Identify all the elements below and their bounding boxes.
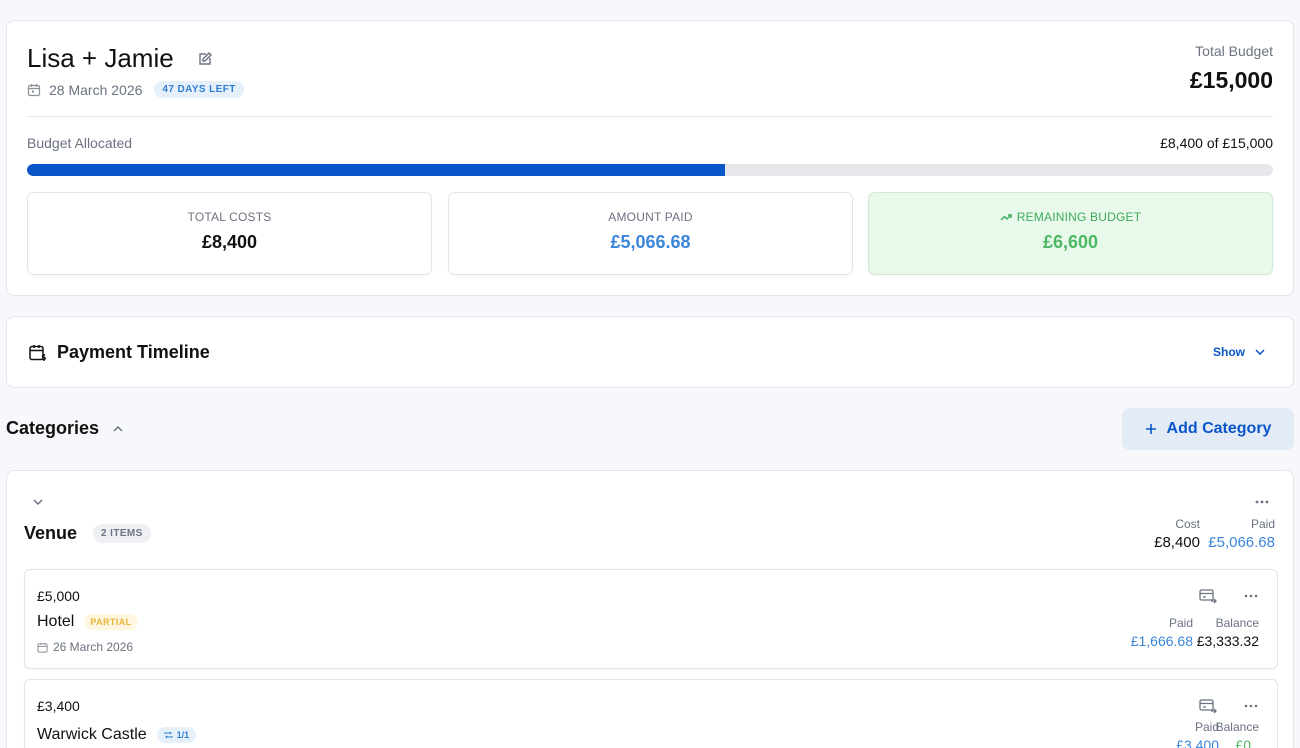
budget-allocated-label: Budget Allocated (27, 135, 133, 151)
edit-icon[interactable] (197, 51, 213, 67)
categories-header: Categories (6, 418, 123, 439)
more-options-icon[interactable] (1243, 698, 1259, 714)
item-paid-value: £1,666.68 (1130, 633, 1193, 649)
items-count-badge: 2 ITEMS (93, 524, 151, 543)
remaining-budget-value: £6,600 (1042, 232, 1099, 252)
divider (27, 116, 1273, 117)
total-budget-value: £15,000 (1189, 67, 1273, 93)
item-date-row: 26 March 2026 (37, 640, 133, 654)
calendar-icon (37, 642, 48, 653)
amount-paid-label: AMOUNT PAID (608, 210, 693, 224)
amount-paid-card: AMOUNT PAID £5,066.68 (448, 192, 853, 275)
status-badge: PARTIAL (84, 614, 138, 630)
item-name-row: Warwick Castle 1/1 (37, 726, 197, 744)
plus-icon (1145, 424, 1156, 434)
item-price: £3,400 (37, 698, 80, 714)
days-left-badge: 47 DAYS LEFT (154, 81, 244, 98)
item-balance-label: Balance (1215, 720, 1259, 734)
item-name: Hotel (37, 613, 75, 630)
category-paid-value: £5,066.68 (1208, 534, 1275, 551)
venue-category-card: Venue 2 ITEMS Cost Paid £8,400 £5,066.68… (6, 470, 1294, 748)
repeat-icon (164, 731, 173, 739)
show-timeline-label: Show (1213, 345, 1245, 359)
item-name-row: Hotel PARTIAL (37, 613, 138, 631)
chevron-down-icon[interactable] (31, 495, 45, 509)
categories-title: Categories (6, 418, 100, 438)
item-balance-label: Balance (1215, 616, 1259, 630)
payment-timeline-card[interactable]: Payment Timeline Show (6, 316, 1294, 388)
total-budget-label: Total Budget (1195, 43, 1273, 59)
total-costs-label: TOTAL COSTS (187, 210, 272, 224)
total-costs-card: TOTAL COSTS £8,400 (27, 192, 432, 275)
chevron-down-icon (1255, 349, 1265, 355)
category-paid-label: Paid (1250, 517, 1275, 531)
budget-progress-fill (27, 164, 725, 176)
category-title: Venue (24, 523, 78, 543)
remaining-budget-label: REMAINING BUDGET (1016, 210, 1142, 224)
record-payment-icon[interactable] (1199, 588, 1217, 604)
budget-item-hotel[interactable]: £5,000 Hotel PARTIAL 26 March 2026 Paid … (24, 569, 1278, 669)
more-options-icon[interactable] (1253, 493, 1271, 511)
item-balance-value: £3,333.32 (1196, 633, 1259, 649)
more-options-icon[interactable] (1243, 588, 1259, 604)
wedding-date: 28 March 2026 (49, 81, 143, 98)
couple-name: Lisa + Jamie (27, 43, 174, 73)
total-costs-value: £8,400 (201, 232, 258, 252)
budget-item-warwick-castle[interactable]: £3,400 Warwick Castle 1/1 Paid Balance £… (24, 679, 1278, 748)
venue-title-row: Venue 2 ITEMS (24, 523, 151, 544)
budget-allocated-value: £8,400 of £15,000 (1160, 135, 1273, 151)
installments-badge: 1/1 (156, 727, 197, 743)
item-paid-label: Paid (1168, 616, 1193, 630)
budget-summary-card: Lisa + Jamie 28 March 2026 47 DAYS LEFT … (6, 20, 1294, 296)
item-paid-value: £3,400 (1176, 737, 1219, 748)
trending-up-icon (1000, 214, 1012, 221)
add-category-label: Add Category (1166, 420, 1272, 437)
remaining-budget-card: REMAINING BUDGET £6,600 (868, 192, 1273, 275)
payment-timeline-title: Payment Timeline (57, 342, 210, 362)
add-category-button[interactable]: Add Category (1122, 408, 1294, 450)
item-balance-value: £0 (1235, 737, 1251, 748)
show-timeline-toggle[interactable]: Show (1213, 345, 1265, 359)
item-due-date: 26 March 2026 (53, 640, 134, 654)
item-price: £5,000 (37, 588, 80, 604)
category-cost-label: Cost (1175, 517, 1200, 531)
amount-paid-value: £5,066.68 (610, 232, 691, 252)
wedding-date-row: 28 March 2026 47 DAYS LEFT (27, 81, 244, 98)
calendar-money-icon (29, 345, 46, 361)
budget-progress-bar (27, 164, 1273, 176)
record-payment-icon[interactable] (1199, 698, 1217, 714)
chevron-up-icon[interactable] (113, 425, 123, 432)
calendar-icon (27, 83, 41, 96)
category-cost-value: £8,400 (1154, 534, 1200, 551)
installments-count: 1/1 (176, 730, 190, 740)
item-name: Warwick Castle (37, 726, 147, 743)
